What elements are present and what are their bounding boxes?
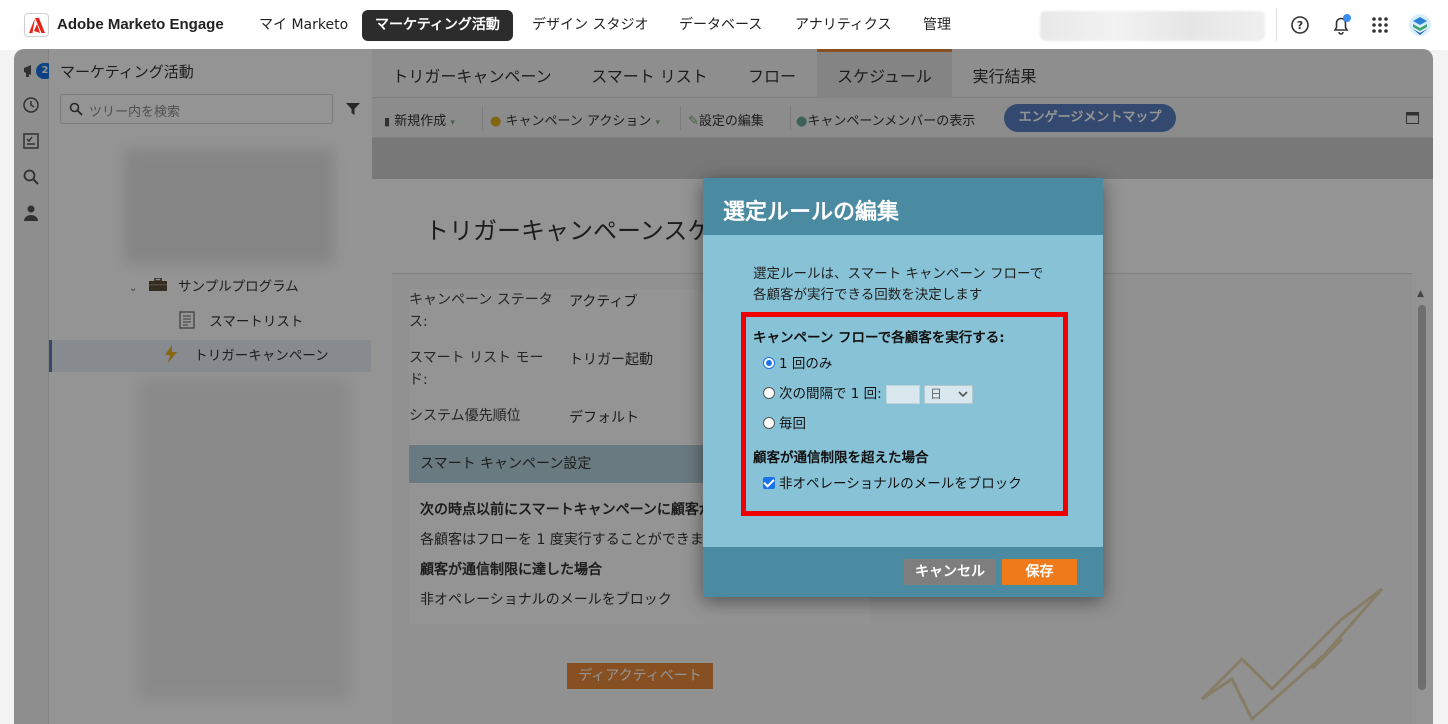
radio-every-time[interactable]	[763, 417, 775, 429]
dialog-header: 選定ルールの編集	[703, 178, 1103, 235]
apps-grid-icon[interactable]	[1369, 14, 1391, 36]
svg-text:?: ?	[1297, 19, 1303, 32]
dialog-title: 選定ルールの編集	[723, 200, 900, 225]
radio-interval[interactable]	[763, 387, 775, 399]
nav-admin[interactable]: 管理	[910, 10, 964, 41]
description-line: 各顧客が実行できる回数を決定します	[753, 287, 983, 303]
nav-my-marketo[interactable]: マイ Marketo	[246, 10, 361, 41]
edit-qualification-rules-dialog: 選定ルールの編集 選定ルールは、スマート キャンペーン フローで 各顧客が実行で…	[703, 178, 1103, 597]
bell-icon[interactable]	[1330, 14, 1352, 36]
nav-marketing-activities[interactable]: マーケティング活動	[362, 10, 513, 41]
help-icon[interactable]: ?	[1289, 14, 1311, 36]
dialog-description: 選定ルールは、スマート キャンペーン フローで 各顧客が実行できる回数を決定しま…	[753, 264, 1073, 306]
radio-once[interactable]	[763, 357, 775, 369]
interval-unit-select[interactable]: 日	[924, 385, 973, 404]
save-button[interactable]: 保存	[1002, 559, 1077, 585]
divider	[1276, 9, 1277, 41]
interval-number-input[interactable]	[886, 385, 920, 404]
block-checkbox[interactable]	[763, 477, 775, 489]
block-non-operational-option[interactable]: 非オペレーショナルのメールをブロック	[763, 475, 1022, 493]
dialog-footer: キャンセル 保存	[703, 547, 1103, 597]
option-every-time[interactable]: 毎回	[763, 415, 806, 433]
cancel-button[interactable]: キャンセル	[904, 559, 996, 585]
adobe-logo-icon[interactable]	[24, 13, 49, 37]
nav-design-studio[interactable]: デザイン スタジオ	[519, 10, 661, 41]
description-line: 選定ルールは、スマート キャンペーン フローで	[753, 266, 1044, 282]
nav-analytics[interactable]: アナリティクス	[782, 10, 904, 41]
chevron-down-icon	[958, 391, 968, 398]
run-each-person-label: キャンペーン フローで各顧客を実行する:	[753, 330, 1005, 346]
top-bar: Adobe Marketo Engage マイ Marketo マーケティング活…	[0, 0, 1448, 50]
communication-limit-label: 顧客が通信制限を超えた場合	[753, 450, 929, 466]
nav-database[interactable]: データベース	[666, 10, 775, 41]
option-once[interactable]: 1 回のみ	[763, 355, 832, 373]
app-name: Adobe Marketo Engage	[57, 16, 224, 33]
global-search[interactable]	[1040, 11, 1265, 41]
user-avatar-icon[interactable]	[1408, 13, 1432, 37]
option-interval[interactable]: 次の間隔で 1 回:	[763, 385, 882, 403]
